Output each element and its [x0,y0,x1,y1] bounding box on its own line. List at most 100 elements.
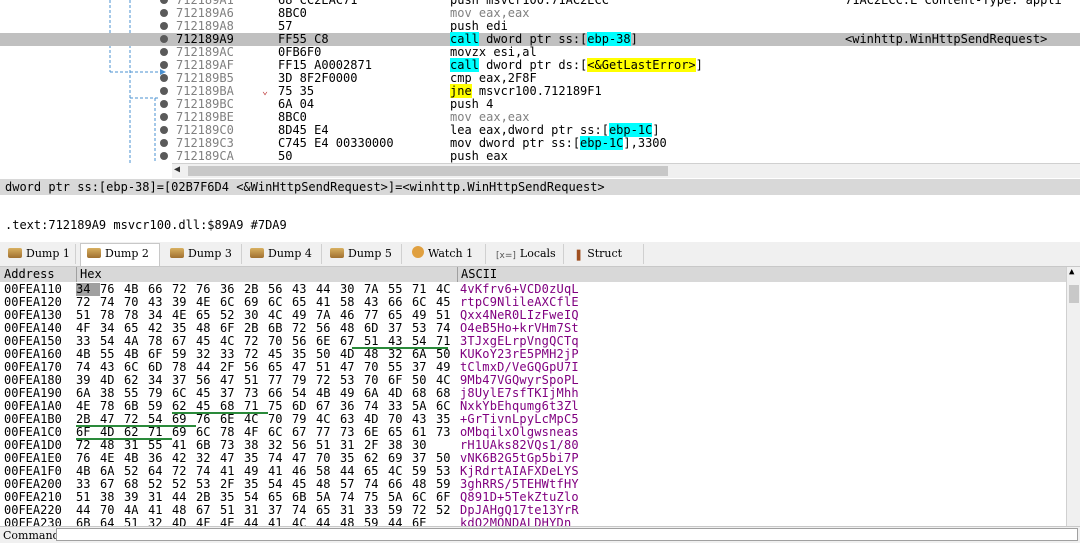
breakpoint-dot-icon[interactable] [160,35,168,43]
disasm-row[interactable]: 712189A9 FF55 C8 call dword ptr ss:[ebp-38… [0,32,1080,46]
hex-byte[interactable]: 6E [412,517,436,527]
breakpoint-dot-icon[interactable] [160,61,168,69]
byte-group-underline [76,425,196,427]
breakpoint-dot-icon[interactable] [160,87,168,95]
dump-icon [8,248,22,258]
watch-icon [412,246,424,258]
locals-icon: [x=] [496,251,516,261]
dump-hex-bytes[interactable]: 6B 64 51 32 4D 4F 4E 44 41 4C 44 48 59 44 6E [76,517,436,527]
hex-byte[interactable]: 4D [172,517,196,527]
dump-header: Address Hex ASCII [0,267,1066,282]
tab-dump-4[interactable]: Dump 4 [244,244,322,264]
dump-view[interactable]: 00FEA110 34 76 4B 66 72 76 36 2B 56 43 44 30 7A 55 71 4C… [0,283,1066,526]
byte-group-underline [352,347,448,349]
scroll-up-icon[interactable]: ▲ [1069,267,1074,277]
byte-group-underline [76,438,172,440]
disasm-row[interactable]: 712189A6 8BC0 mov eax,eax [0,7,1080,20]
tab-locals[interactable]: [x=] Locals [490,244,564,264]
memory-operand: ebp-1C [608,123,653,137]
disasm-row[interactable]: 712189AF FF15 A0002871 call dword ptr ds:[… [0,58,1080,72]
breakpoint-dot-icon[interactable] [160,152,168,160]
disasm-row[interactable]: 712189A1 68 CC2EAC71 push msvcr100.71AC2EC… [0,0,1080,7]
tab-struct[interactable]: ❚ Struct [568,244,644,264]
instruction-comment: <winhttp.WinHttpSendRequest> [845,32,1048,46]
hex-byte[interactable]: 41 [268,517,292,527]
column-address[interactable]: Address [4,267,55,282]
breakpoint-dot-icon[interactable] [160,100,168,108]
instruction-comment: 71AC2ECC:L"Content-Type: appli [845,0,1062,7]
dump-icon [87,248,101,258]
operand-end: ] [695,58,703,72]
dump-vertical-scrollbar[interactable]: ▲ [1066,267,1080,526]
hex-byte[interactable]: 44 [316,517,340,527]
breakpoint-dot-icon[interactable] [160,9,168,17]
dump-ascii[interactable]: kdQ2MONDALDHYDn [460,517,571,527]
scroll-left-icon[interactable]: ◀ [174,164,180,175]
tab-dump-1[interactable]: Dump 1 [2,244,76,264]
column-ascii[interactable]: ASCII [457,267,497,282]
command-input[interactable] [56,528,1078,541]
dump-icon [330,248,344,258]
mnemonic: lea eax,dword ptr ss:[ [450,123,609,137]
byte-group-underline [172,412,268,414]
hex-byte[interactable]: 48 [340,517,364,527]
hex-byte[interactable]: 6B [76,517,100,527]
mnemonic: call [450,58,479,72]
hex-byte[interactable]: 4C [292,517,316,527]
dump-icon [250,248,264,258]
operand-end: ],3300 [623,136,667,150]
instruction-bytes: 50 [278,149,293,163]
hex-byte[interactable]: 32 [148,517,172,527]
disassembly-view[interactable]: 712189A1 68 CC2EAC71 push msvcr100.71AC2EC… [0,0,1080,163]
operand: dword ptr ss:[ [478,32,588,46]
jump-taken-icon: ⌄ [262,86,269,97]
tab-dump-2[interactable]: Dump 2 [80,243,160,266]
command-label: Command: [3,529,64,542]
instruction-text: push eax [450,149,508,163]
hex-byte[interactable]: 44 [244,517,268,527]
scrollbar-thumb[interactable] [188,166,668,176]
dump-icon [170,248,184,258]
breakpoint-dot-icon[interactable] [160,126,168,134]
mnemonic: jne [450,84,472,98]
info-line-operand: dword ptr ss:[ebp-38]=[02B7F6D4 <&WinHtt… [0,179,1080,195]
operand-end: ] [652,123,660,137]
breakpoint-dot-icon[interactable] [160,139,168,147]
breakpoint-dot-icon[interactable] [160,0,168,4]
info-panel: .text:712189A9 msvcr100.dll:$89A9 #7DA9 [0,196,1080,238]
dump-row[interactable]: 00FEA230 6B 64 51 32 4D 4F 4E 44 41 4C 44 48 59 44 6E kd… [0,516,1066,527]
tab-watch-1[interactable]: Watch 1 [406,244,486,264]
instruction-bytes: C745 E4 00330000 [278,136,394,150]
scrollbar-thumb[interactable] [1069,285,1079,303]
operand: msvcr100.712189F1 [471,84,602,98]
disasm-horizontal-scrollbar[interactable]: ◀ [172,163,1080,178]
instruction-address: 712189CA [176,149,234,163]
disasm-row[interactable]: 712189C3 C745 E4 00330000 mov dword ptr ss… [0,136,1080,150]
tab-dump-3[interactable]: Dump 3 [164,244,242,264]
hex-byte[interactable]: 52 [436,504,460,517]
mnemonic: mov dword ptr ss:[ [450,136,581,150]
hex-byte[interactable]: 59 [364,517,388,527]
tab-dump-5[interactable]: Dump 5 [324,244,402,264]
disasm-row[interactable]: 712189BC 6A 04 push 4 [0,98,1080,111]
breakpoint-dot-icon[interactable] [160,74,168,82]
column-hex[interactable]: Hex [76,267,102,282]
memory-operand: ebp-1C [580,136,624,150]
memory-operand: ebp-38 [587,32,631,46]
breakpoint-dot-icon[interactable] [160,48,168,56]
hex-byte[interactable]: 44 [388,517,412,527]
disasm-row[interactable]: 712189CA 50 push eax [0,150,1080,163]
dump-address: 00FEA230 [4,516,62,527]
hex-byte[interactable]: 73 [436,426,460,439]
hex-byte[interactable]: 4E [220,517,244,527]
hex-byte[interactable]: 4F [196,517,220,527]
breakpoint-dot-icon[interactable] [160,113,168,121]
hex-byte[interactable]: 64 [100,517,124,527]
operand-end: ] [630,32,638,46]
operand: dword ptr ds:[ [478,58,588,72]
hex-byte[interactable]: 51 [124,517,148,527]
info-line-location: .text:712189A9 msvcr100.dll:$89A9 #7DA9 [5,218,287,232]
disasm-row[interactable]: 712189BA 75 35 ⌄ jne msvcr100.712189F1 [0,84,1080,98]
breakpoint-dot-icon[interactable] [160,22,168,30]
mnemonic: call [450,32,479,46]
